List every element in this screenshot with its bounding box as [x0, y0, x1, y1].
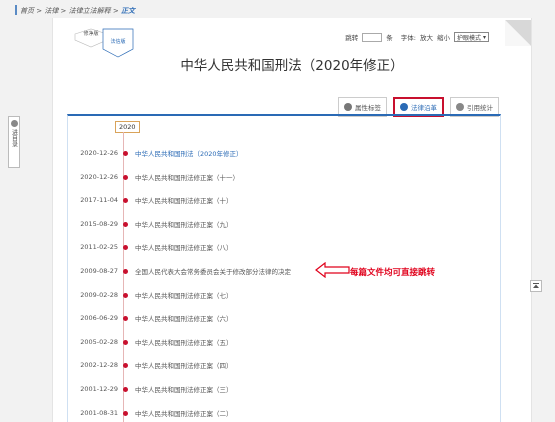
timeline-item[interactable]: 2005-02-28 中华人民共和国刑法修正案（五）: [0, 336, 480, 348]
stats-icon: [456, 103, 464, 111]
timeline-date: 2001-12-29: [80, 385, 118, 393]
document-title: 中华人民共和国刑法（2020年修正）: [180, 58, 404, 74]
timeline-dot: [123, 198, 128, 204]
timeline-date: 2017-11-04: [80, 196, 118, 205]
reading-mode-select[interactable]: 护眼模式 ▾: [453, 32, 489, 42]
timeline-dot: [123, 269, 128, 274]
timeline-link[interactable]: 中华人民共和国刑法修正案（十）: [135, 195, 233, 205]
timeline-item[interactable]: 2006-06-29 中华人民共和国刑法修正案（六）: [0, 312, 480, 324]
timeline-link[interactable]: 中华人民共和国刑法修正案（五）: [135, 337, 233, 347]
timeline-date: 2005-02-28: [80, 337, 118, 346]
timeline-link[interactable]: 中华人民共和国刑法修正案（二）: [135, 408, 233, 418]
timeline-date: 2009-08-27: [80, 267, 118, 275]
timeline-date: 2001-08-31: [80, 408, 118, 417]
timeline-date: 2020-12-26: [80, 172, 118, 181]
catalog-label: 进目录: [10, 129, 18, 147]
timeline-dot: [123, 174, 128, 180]
timeline-item[interactable]: 2020-12-26 中华人民共和国刑法（2020年修正）: [0, 147, 480, 159]
arrow-up-icon: [533, 283, 539, 288]
timeline-item[interactable]: 2011-02-25 中华人民共和国刑法修正案（八）: [0, 241, 480, 253]
timeline-date: 2009-02-28: [80, 290, 118, 299]
timeline-item[interactable]: 2001-12-29 中华人民共和国刑法修正案（三）: [0, 383, 480, 395]
timeline-date: 2002-12-28: [80, 361, 118, 370]
arrow-left-icon: [315, 262, 350, 278]
tab-label: 属性标签: [355, 104, 381, 112]
back-to-top-button[interactable]: [530, 280, 542, 292]
timeline-link[interactable]: 中华人民共和国刑法修正案（六）: [135, 313, 233, 323]
jump-input[interactable]: [362, 32, 383, 42]
timeline-item[interactable]: 2020-12-26 中华人民共和国刑法修正案（十一）: [0, 171, 480, 183]
chevron-down-icon: ▾: [482, 33, 486, 41]
timeline-item[interactable]: 2015-08-29 中华人民共和国刑法修正案（九）: [0, 218, 480, 230]
zoom-in-button[interactable]: 放大: [420, 32, 433, 42]
zoom-out-button[interactable]: 缩小: [437, 32, 450, 42]
jump-suffix: 条: [386, 34, 393, 42]
year-marker: 2020: [115, 121, 140, 133]
annotation-text: 每篇文件均可直接跳转: [350, 268, 436, 278]
timeline-link[interactable]: 中华人民共和国刑法修正案（十一）: [135, 172, 239, 182]
timeline-date: 2011-02-25: [80, 243, 118, 252]
font-label: 字体:: [400, 34, 416, 42]
tag-icon: [344, 103, 352, 111]
timeline-link[interactable]: 中华人民共和国刑法（2020年修正）: [135, 148, 243, 158]
jump-label: 跳转: [345, 34, 359, 42]
timeline-link[interactable]: 全国人民代表大会常务委员会关于修改部分法律的决定: [135, 266, 291, 276]
timeline-dot: [123, 221, 128, 227]
timeline-dot: [123, 387, 128, 392]
timeline-dot: [123, 245, 128, 251]
timeline-date: 2020-12-26: [80, 149, 118, 157]
current-version-label: 法信版: [110, 39, 126, 45]
timeline-dot: [123, 292, 128, 298]
timeline-date: 2006-06-29: [80, 314, 118, 323]
timeline-dot: [123, 316, 128, 322]
timeline-dot: [123, 410, 128, 416]
timeline-link[interactable]: 中华人民共和国刑法修正案（三）: [135, 384, 233, 394]
breadcrumb-path[interactable]: 首页 > 法律 > 法律立法解释 >: [20, 7, 121, 15]
breadcrumb-bar: [15, 5, 17, 15]
timeline-link[interactable]: 中华人民共和国刑法修正案（四）: [135, 360, 233, 370]
timeline-item[interactable]: 2009-02-28 中华人民共和国刑法修正案（七）: [0, 289, 480, 301]
corner-fold-icon: [505, 20, 531, 46]
timeline-item[interactable]: 2002-12-28 中华人民共和国刑法修正案（四）: [0, 359, 480, 371]
timeline-item[interactable]: 2001-08-31 中华人民共和国刑法修正案（二）: [0, 407, 480, 419]
timeline-date: 2015-08-29: [80, 219, 118, 228]
timeline-dot: [123, 363, 128, 369]
old-version-label: 修净版: [83, 31, 99, 37]
timeline-link[interactable]: 中华人民共和国刑法修正案（八）: [135, 242, 233, 252]
reading-mode-value: 护眼模式: [456, 34, 481, 42]
toolbar: 跳转 条 字体: 放大 缩小 护眼模式 ▾: [345, 32, 489, 42]
tab-label: 引用统计: [467, 104, 493, 112]
timeline-link[interactable]: 中华人民共和国刑法修正案（七）: [135, 290, 233, 300]
timeline-link[interactable]: 中华人民共和国刑法修正案（九）: [135, 219, 233, 229]
timeline-dot: [123, 339, 128, 345]
timeline-item[interactable]: 2017-11-04 中华人民共和国刑法修正案（十）: [0, 194, 480, 206]
breadcrumb: 首页 > 法律 > 法律立法解释 > 正文: [20, 6, 135, 16]
timeline-dot: [123, 151, 128, 156]
breadcrumb-current: 正文: [120, 7, 135, 15]
tab-label: 法律沿革: [411, 104, 437, 112]
catalog-icon: [10, 120, 18, 127]
history-icon: [400, 103, 408, 111]
catalog-toggle[interactable]: 进目录: [8, 116, 20, 168]
page: 首页 > 法律 > 法律立法解释 > 正文 进目录 修净版 法信版 跳转 条 字…: [0, 0, 555, 422]
